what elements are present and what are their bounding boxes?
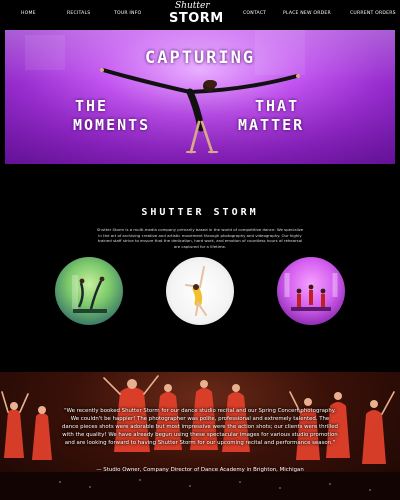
gallery-photo-1[interactable] [55, 257, 123, 325]
hero-banner: CAPTURING THE THAT MOMENTS MATTER [5, 30, 395, 164]
testimonial-quote: "We recently booked Shutter Storm for ou… [62, 408, 338, 446]
dancers-group-photo [72, 275, 107, 313]
gallery-photo-2[interactable] [166, 257, 234, 325]
section-title: SHUTTER STORM [141, 207, 259, 218]
hero-word-moments: MOMENTS [73, 116, 151, 134]
dance-team-photo [284, 273, 338, 311]
logo-brand: STORM [169, 11, 224, 26]
top-nav: HOME RECITALS TOUR INFO Shutter STORM CO… [0, 0, 400, 30]
section-description: Shutter Storm is a multi-media company p… [96, 227, 304, 249]
logo-script: Shutter [175, 1, 210, 11]
testimonial-attribution: — Studio Owner, Company Director of Danc… [96, 467, 304, 473]
nav-home[interactable]: HOME [21, 11, 36, 16]
nav-current-orders[interactable]: CURRENT ORDERS [350, 11, 396, 16]
nav-recitals[interactable]: RECITALS [67, 11, 90, 16]
gallery-photo-3[interactable] [277, 257, 345, 325]
nav-tour-info[interactable]: TOUR INFO [114, 11, 141, 16]
hero-word-the: THE [75, 97, 109, 115]
hero-word-matter: MATTER [238, 116, 305, 134]
hero-line-capturing: CAPTURING [145, 48, 256, 68]
shutter-storm-logo[interactable]: Shutter STORM [165, 1, 223, 28]
nav-contact[interactable]: CONTACT [243, 11, 266, 16]
solo-dancer-photo [185, 266, 207, 316]
hero-word-that: THAT [255, 97, 300, 115]
nav-place-new-order[interactable]: PLACE NEW ORDER [283, 11, 331, 16]
